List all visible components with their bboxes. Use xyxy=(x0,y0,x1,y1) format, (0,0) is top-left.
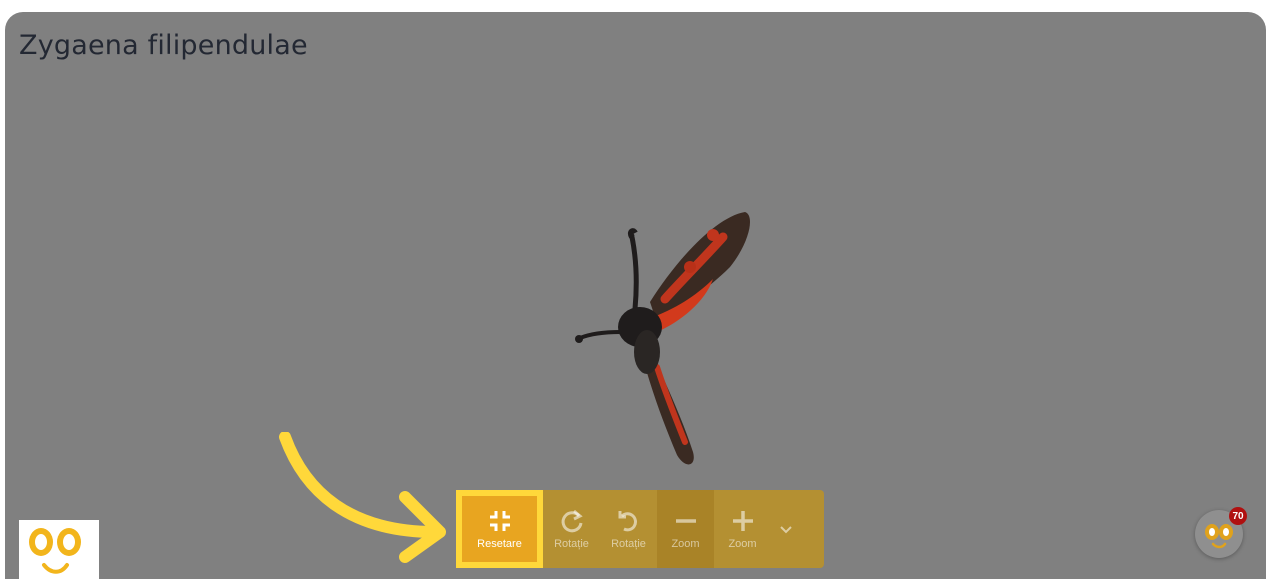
moth-model[interactable] xyxy=(565,207,765,477)
rotate-right-label: Rotație xyxy=(554,538,589,550)
zoom-out-button[interactable]: Zoom xyxy=(657,490,714,568)
notification-badge: 70 xyxy=(1229,507,1247,525)
rotate-counterclockwise-icon xyxy=(618,511,637,532)
rotate-right-button[interactable]: Rotație xyxy=(543,490,600,568)
zoom-out-label: Zoom xyxy=(671,538,700,550)
zoom-in-label: Zoom xyxy=(728,538,757,550)
rotate-left-label: Rotație xyxy=(611,538,646,550)
rotate-left-button[interactable]: Rotație xyxy=(600,490,657,568)
reset-button[interactable]: Resetare xyxy=(456,490,543,568)
model-viewer[interactable]: Zygaena filipendulae Resetare Rotație Ro… xyxy=(5,12,1266,579)
specimen-title: Zygaena filipendulae xyxy=(19,30,308,61)
brand-logo xyxy=(19,520,99,579)
compress-icon xyxy=(489,511,510,531)
assistant-avatar-button[interactable]: 70 xyxy=(1195,507,1247,558)
plus-icon xyxy=(732,511,753,531)
minus-icon xyxy=(675,519,696,523)
chevron-down-icon xyxy=(780,526,792,534)
zoom-in-button[interactable]: Zoom xyxy=(714,490,771,568)
viewer-toolbar: Resetare Rotație Rotație Zoom Zoom xyxy=(456,490,824,568)
toolbar-more-button[interactable] xyxy=(771,490,801,568)
rotate-clockwise-icon xyxy=(561,509,583,533)
reset-label: Resetare xyxy=(477,538,522,550)
tutorial-arrow-icon xyxy=(279,432,446,563)
smiley-logo-icon xyxy=(29,528,81,574)
